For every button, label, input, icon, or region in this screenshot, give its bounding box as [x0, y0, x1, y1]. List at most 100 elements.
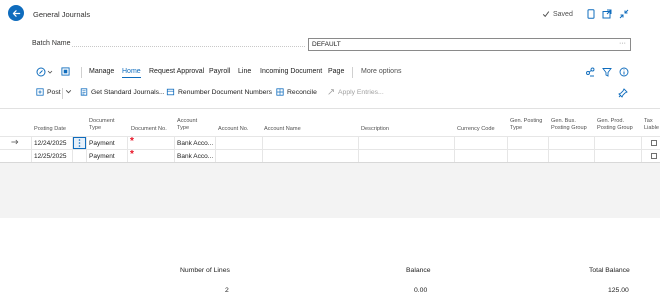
renumber-label: Renumber Document Numbers: [178, 88, 273, 96]
lookup-ellipsis-icon[interactable]: ···: [619, 38, 626, 49]
menu-more-options[interactable]: More options: [361, 68, 401, 75]
menu-page[interactable]: Page: [328, 68, 344, 75]
reconcile-icon: [276, 88, 284, 96]
col-divider: [454, 136, 455, 162]
col-posting-date[interactable]: Posting Date: [34, 126, 66, 133]
document-list-icon: [80, 88, 88, 96]
batch-name-input[interactable]: DEFAULT ···: [308, 38, 631, 51]
apply-entries-button[interactable]: Apply Entries...: [327, 88, 384, 96]
pin-actions-button[interactable]: [618, 88, 628, 98]
cell-document-type[interactable]: Payment: [89, 139, 115, 148]
col-document-type[interactable]: Document Type: [89, 118, 123, 132]
chevron-down-icon: [65, 90, 72, 94]
col-document-no[interactable]: Document No.: [131, 126, 167, 133]
checkmark-icon: [542, 11, 550, 18]
cell-document-type[interactable]: Payment: [89, 152, 115, 161]
row-actions-menu-button[interactable]: [73, 137, 86, 149]
back-button[interactable]: [8, 5, 24, 21]
col-divider: [86, 136, 87, 162]
menu-line[interactable]: Line: [238, 68, 251, 75]
post-label: Post: [47, 88, 61, 96]
required-asterisk-icon: *: [130, 149, 134, 160]
collapse-button[interactable]: [618, 8, 629, 19]
menu-home[interactable]: Home: [122, 68, 141, 78]
post-icon: [36, 88, 44, 96]
col-account-name[interactable]: Account Name: [264, 126, 301, 133]
total-balance-value: 125.00: [608, 287, 629, 294]
open-new-window-icon: [602, 9, 611, 18]
menu-incoming-document[interactable]: Incoming Document: [260, 68, 322, 75]
info-button[interactable]: [619, 67, 629, 79]
arrow-left-icon: [12, 9, 20, 17]
col-divider: [262, 136, 263, 162]
col-description[interactable]: Description: [361, 126, 389, 133]
filter-button[interactable]: [602, 67, 612, 79]
grid-top-border: [0, 108, 660, 109]
col-divider: [594, 136, 595, 162]
col-gen-bus-posting-group[interactable]: Gen. Bus. Posting Group: [551, 118, 595, 132]
menu-request-approval[interactable]: Request Approval: [149, 68, 204, 75]
col-gen-prod-posting-group[interactable]: Gen. Prod. Posting Group: [597, 118, 641, 132]
tax-liable-checkbox[interactable]: [651, 153, 657, 159]
balance-label: Balance: [406, 267, 431, 274]
leader-dots: [72, 46, 305, 47]
col-currency-code[interactable]: Currency Code: [457, 126, 495, 133]
cell-account-type[interactable]: Bank Acco...: [177, 152, 213, 161]
required-asterisk-icon: *: [130, 136, 134, 147]
post-dropdown-button[interactable]: [65, 88, 72, 95]
col-divider: [358, 136, 359, 162]
renumber-icon: [166, 88, 175, 96]
col-account-no[interactable]: Account No.: [218, 126, 248, 133]
col-divider: [507, 136, 508, 162]
balance-value: 0.00: [414, 287, 428, 294]
horizontal-scrollbar[interactable]: [0, 162, 660, 163]
col-divider: [215, 136, 216, 162]
share-button[interactable]: [61, 67, 70, 78]
cell-posting-date[interactable]: 12/24/2025: [34, 139, 67, 148]
number-of-lines-value: 2: [225, 287, 229, 294]
apply-entries-label: Apply Entries...: [338, 88, 384, 96]
filter-icon: [602, 68, 612, 77]
col-tax-liable[interactable]: Tax Liable: [644, 118, 660, 132]
saved-status: Saved: [542, 10, 573, 18]
batch-name-row: Batch Name DEFAULT ···: [0, 38, 660, 52]
chevron-down-icon: [47, 70, 53, 74]
col-divider: [31, 136, 32, 162]
total-balance-label: Total Balance: [589, 267, 630, 274]
more-vertical-icon: [78, 139, 81, 147]
menu-manage[interactable]: Manage: [89, 68, 114, 75]
pin-icon: [618, 88, 628, 98]
bookmark-button[interactable]: [585, 8, 596, 19]
menu-separator: [81, 67, 82, 78]
header-row-border: [0, 136, 660, 137]
reconcile-button[interactable]: Reconcile: [276, 88, 317, 96]
share-link-button[interactable]: [585, 67, 595, 79]
cell-account-type[interactable]: Bank Acco...: [177, 139, 213, 148]
info-icon: [619, 67, 629, 77]
tax-liable-checkbox[interactable]: [651, 140, 657, 146]
open-new-window-button[interactable]: [601, 8, 612, 19]
col-divider: [548, 136, 549, 162]
page-title: General Journals: [33, 10, 91, 19]
edit-mode-button[interactable]: [36, 67, 53, 77]
saved-label: Saved: [553, 10, 573, 18]
action-separator: [62, 88, 63, 99]
grid-empty-area: [0, 163, 660, 218]
col-gen-posting-type[interactable]: Gen. Posting Type: [510, 118, 546, 132]
home-action-bar: Post Get Standard Journals... Renumber D…: [0, 84, 660, 102]
menu-payroll[interactable]: Payroll: [209, 68, 230, 75]
col-account-type[interactable]: Account Type: [177, 118, 209, 132]
col-divider: [174, 136, 175, 162]
post-button[interactable]: Post: [36, 88, 61, 96]
current-row-arrow-icon: [11, 139, 19, 147]
get-standard-journals-button[interactable]: Get Standard Journals...: [80, 88, 165, 96]
get-standard-journals-label: Get Standard Journals...: [91, 88, 165, 96]
renumber-document-numbers-button[interactable]: Renumber Document Numbers: [166, 88, 272, 96]
edit-pencil-icon: [36, 67, 46, 77]
batch-name-value: DEFAULT: [312, 41, 341, 48]
number-of-lines-label: Number of Lines: [180, 267, 230, 274]
action-menu-bar: Manage Home Request Approval Payroll Lin…: [0, 62, 660, 82]
cell-posting-date[interactable]: 12/25/2025: [34, 152, 67, 161]
share-icon: [61, 67, 70, 76]
col-divider: [127, 136, 128, 162]
